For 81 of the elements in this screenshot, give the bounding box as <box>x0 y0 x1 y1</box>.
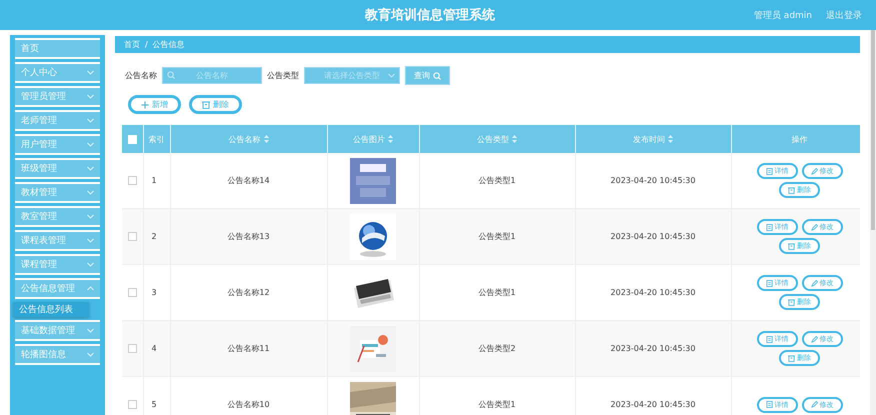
user-label: 管理员 admin <box>754 10 812 22</box>
column-header[interactable]: 公告类型 <box>477 134 509 144</box>
document-icon <box>766 224 772 230</box>
sidebar-item[interactable]: 教室管理 <box>15 206 100 227</box>
table-cell: 公告类型1 <box>478 176 516 185</box>
sort-icon <box>668 135 673 143</box>
table-cell: 公告名称11 <box>227 344 270 353</box>
row-checkbox[interactable] <box>128 288 137 298</box>
table-cell: 公告名称12 <box>227 288 270 297</box>
column-header[interactable]: 发布时间 <box>633 134 665 144</box>
column-header[interactable]: 公告名称 <box>228 134 260 144</box>
sort-icon <box>388 135 393 143</box>
field-label: 公告类型 <box>267 70 299 81</box>
table-cell: 公告类型1 <box>478 400 516 409</box>
pencil-icon <box>810 401 818 408</box>
select-all-checkbox[interactable] <box>128 134 137 144</box>
search-icon <box>167 71 175 79</box>
sidebar-item[interactable]: 轮播图信息 <box>15 344 100 365</box>
row-index: 1 <box>152 176 157 185</box>
table-cell: 公告类型1 <box>478 288 516 297</box>
trash-icon <box>788 354 795 362</box>
pencil-icon <box>810 224 818 230</box>
document-icon <box>766 401 772 408</box>
type-select[interactable]: 请选择公告类型 <box>304 67 400 84</box>
table-cell: 公告名称10 <box>227 400 270 409</box>
row-checkbox[interactable] <box>128 232 137 242</box>
sidebar-item[interactable]: 课程管理 <box>15 254 100 275</box>
search-icon <box>433 72 441 80</box>
app-title: 教育培训信息管理系统 <box>364 6 496 24</box>
pencil-icon <box>810 280 818 286</box>
row-index: 3 <box>152 288 157 297</box>
search-button[interactable]: 查询 <box>405 66 450 85</box>
column-header[interactable]: 公告图片 <box>353 134 385 144</box>
pencil-icon <box>810 336 818 342</box>
table-cell: 公告名称13 <box>227 232 270 241</box>
plus-icon <box>141 100 149 108</box>
sort-icon <box>512 135 517 143</box>
delete-button[interactable]: 删除 <box>189 95 242 114</box>
table-cell: 2023-04-20 10:45:30 <box>610 288 696 297</box>
table-cell: 公告类型1 <box>478 232 516 241</box>
column-header[interactable]: 操作 <box>792 134 808 144</box>
sidebar-item[interactable]: 课程表管理 <box>15 230 100 251</box>
sort-icon <box>264 135 268 143</box>
sidebar-subitem[interactable]: 公告信息列表 <box>13 302 89 317</box>
table-cell: 公告名称14 <box>227 176 270 185</box>
document-icon <box>766 336 772 342</box>
sidebar-item[interactable]: 个人中心 <box>15 62 100 83</box>
trash-icon <box>202 100 210 108</box>
logout-link[interactable]: 退出登录 <box>826 8 862 22</box>
sidebar-item[interactable]: 老师管理 <box>15 110 100 131</box>
trash-icon <box>788 298 795 306</box>
sidebar-item[interactable]: 班级管理 <box>15 158 100 179</box>
breadcrumb-link[interactable]: 首页 <box>124 39 140 50</box>
row-checkbox[interactable] <box>128 400 137 410</box>
table-cell: 2023-04-20 10:45:30 <box>610 400 696 409</box>
document-icon <box>766 280 772 286</box>
breadcrumb-separator: / <box>145 40 148 49</box>
row-checkbox[interactable] <box>128 176 137 186</box>
table-cell: 2023-04-20 10:45:30 <box>610 176 696 185</box>
row-index: 2 <box>152 232 157 241</box>
sidebar-item[interactable]: 管理员管理 <box>15 86 100 107</box>
table-cell: 2023-04-20 10:45:30 <box>610 232 696 241</box>
search-field[interactable]: 公告名称 <box>162 67 262 84</box>
pencil-icon <box>810 168 818 174</box>
table-cell: 2023-04-20 10:45:30 <box>610 344 696 353</box>
sidebar-item[interactable]: 用户管理 <box>15 134 100 155</box>
add-button[interactable]: 新增 <box>128 95 181 114</box>
sidebar-item[interactable]: 基础数据管理 <box>15 320 100 341</box>
sidebar-item[interactable]: 公告信息管理 <box>15 278 100 299</box>
table-cell: 公告类型2 <box>478 344 516 353</box>
field-label: 公告名称 <box>125 70 157 81</box>
breadcrumb-link[interactable]: 公告信息 <box>152 39 185 50</box>
scrollbar[interactable] <box>870 30 876 415</box>
trash-icon <box>788 186 795 194</box>
row-index: 4 <box>152 344 157 353</box>
sidebar-item[interactable]: 教材管理 <box>15 182 100 203</box>
sidebar-item[interactable]: 首页 <box>15 38 100 59</box>
trash-icon <box>788 242 795 250</box>
row-checkbox[interactable] <box>128 344 137 354</box>
document-icon <box>766 168 772 174</box>
row-index: 5 <box>152 400 157 409</box>
